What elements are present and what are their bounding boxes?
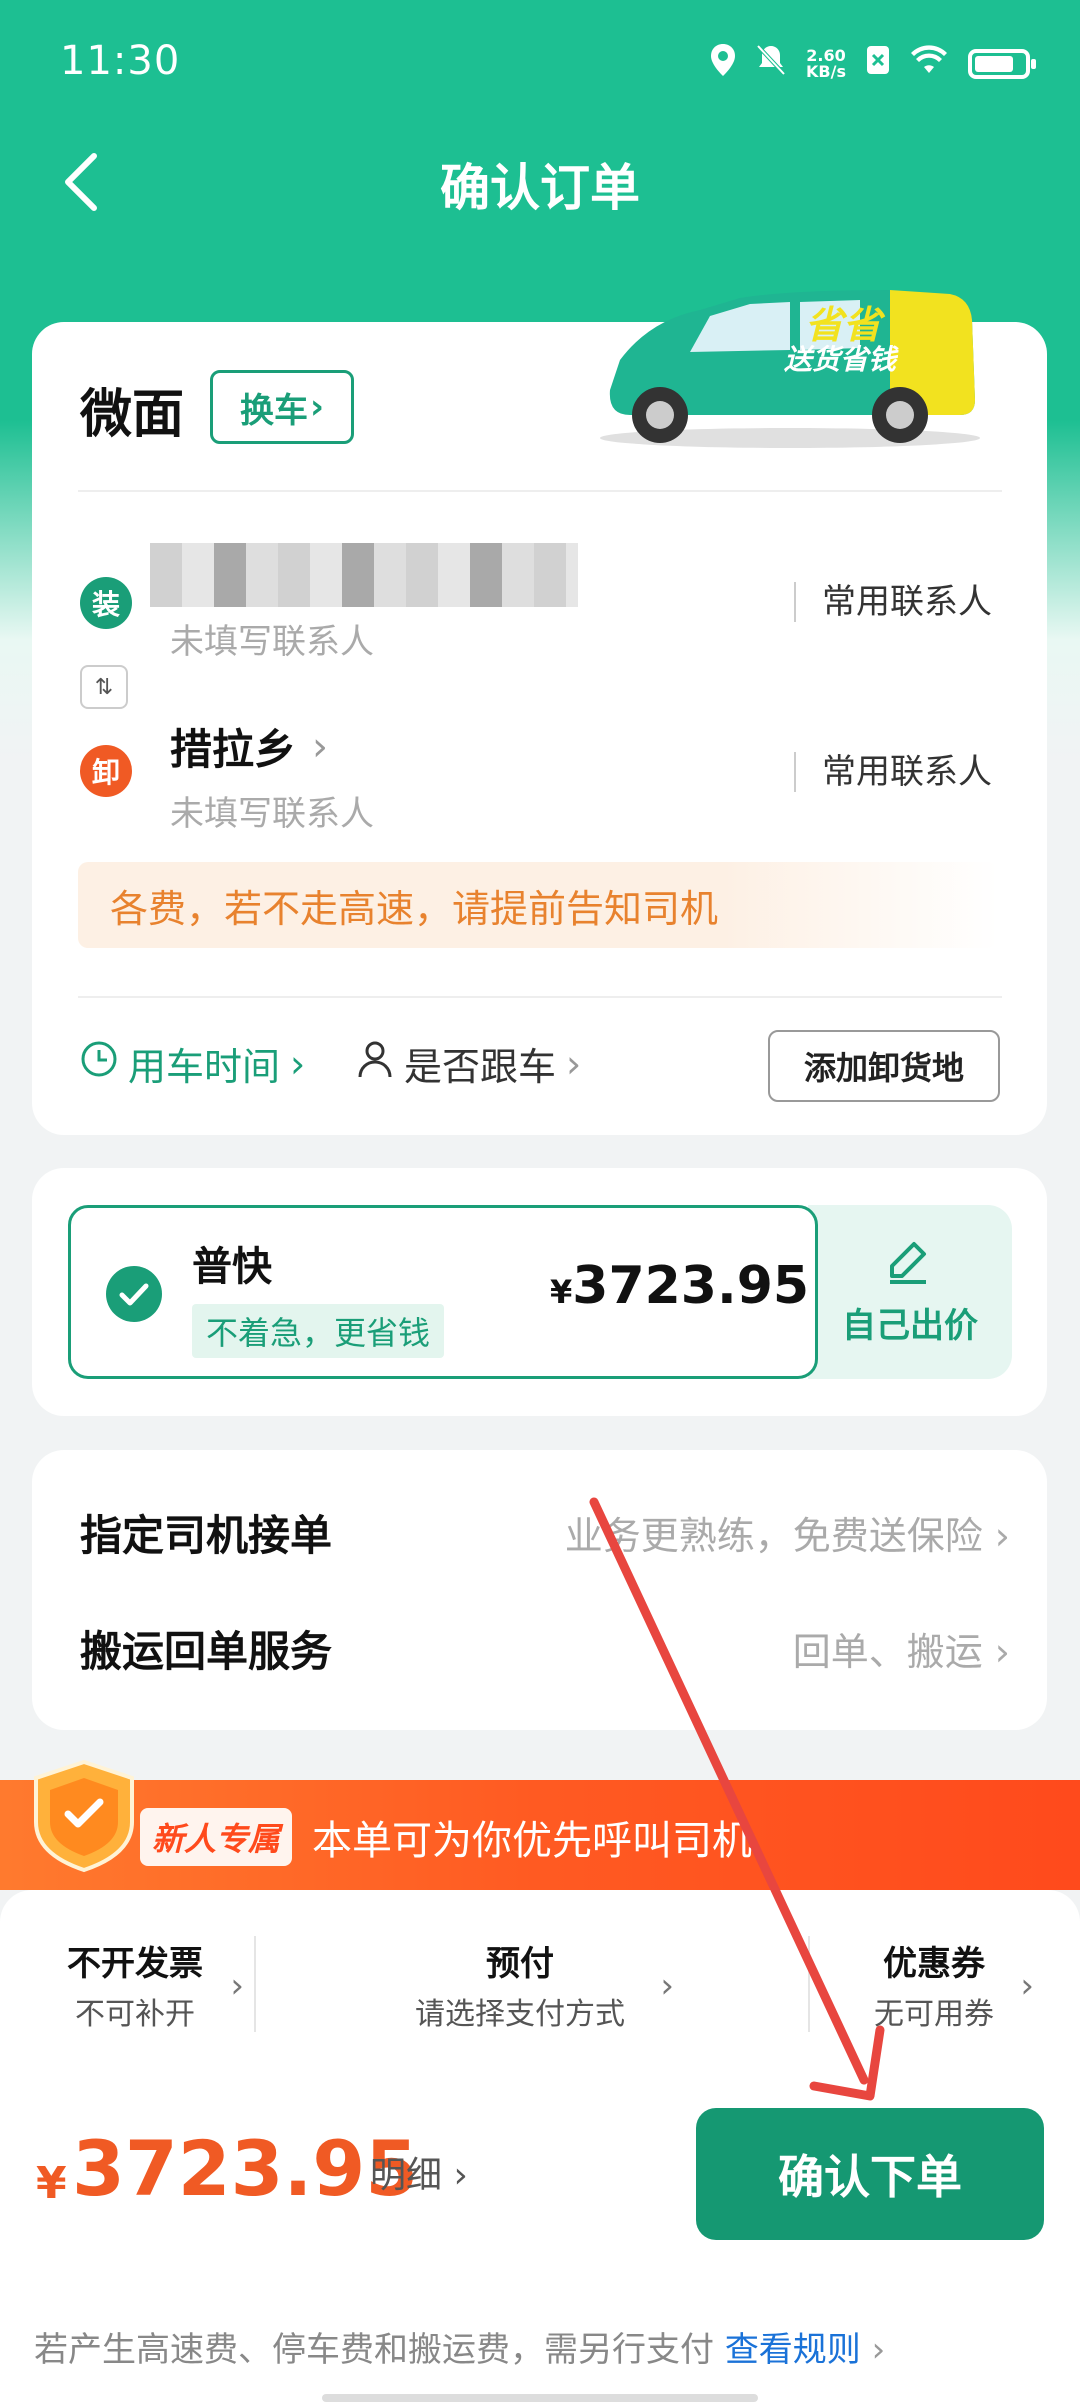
fast-option-tag: 不着急，更省钱 xyxy=(192,1304,445,1358)
receipt-service-value: 回单、搬运 › xyxy=(792,1630,1010,1674)
unload-address-row[interactable]: 措拉乡 › xyxy=(170,716,328,777)
status-time: 11:30 xyxy=(60,38,181,84)
total-currency: ¥ xyxy=(36,2158,67,2209)
chevron-right-icon: › xyxy=(871,2330,886,2370)
fast-option-name: 普快 xyxy=(192,1244,272,1290)
divider xyxy=(78,996,1002,998)
load-address-blurred[interactable] xyxy=(150,543,578,607)
load-common-contacts-link[interactable]: 常用联系人 xyxy=(794,582,992,622)
receipt-service-title: 搬运回单服务 xyxy=(80,1627,333,1676)
pencil-icon xyxy=(884,1238,932,1286)
swap-address-icon[interactable]: ⇅ xyxy=(80,665,128,709)
price-detail-link[interactable]: 明细 › xyxy=(370,2146,468,2198)
mute-icon xyxy=(756,44,786,84)
add-unload-location-button[interactable]: 添加卸货地 xyxy=(768,1030,1000,1102)
follow-car-option[interactable]: 是否跟车 › xyxy=(356,1036,581,1091)
battery-icon xyxy=(968,49,1036,79)
page-title: 确认订单 xyxy=(440,159,640,217)
check-icon xyxy=(106,1266,162,1322)
net-speed: 2.60 KB/s xyxy=(806,46,846,81)
car-promo-line2: 送货省钱 xyxy=(784,343,897,376)
use-time-option[interactable]: 用车时间 › xyxy=(80,1036,305,1091)
change-vehicle-button[interactable]: 换车 › xyxy=(210,370,354,444)
invoice-option[interactable]: 不开发票 不可补开 › xyxy=(40,1936,244,2033)
follow-car-label: 是否跟车 xyxy=(404,1045,557,1089)
status-bar: 11:30 2.60 KB/s xyxy=(0,0,1080,120)
chevron-right-icon: › xyxy=(660,1966,674,2006)
unload-contact-hint[interactable]: 未填写联系人 xyxy=(170,786,374,835)
home-indicator[interactable] xyxy=(322,2394,758,2402)
assign-driver-value: 业务更熟练，免费送保险 › xyxy=(564,1514,1010,1558)
use-time-label: 用车时间 xyxy=(128,1045,281,1089)
receipt-service-row[interactable]: 搬运回单服务 回单、搬运 › xyxy=(80,1618,1010,1679)
unload-pin-icon: 卸 xyxy=(80,745,132,797)
status-icons: 2.60 KB/s xyxy=(710,44,1036,84)
new-user-tag: 新人专属 xyxy=(140,1808,293,1866)
no-sim-icon xyxy=(866,45,890,83)
divider xyxy=(808,1936,810,2032)
chevron-right-icon: › xyxy=(1020,1966,1034,2006)
custom-bid-label: 自己出价 xyxy=(842,1306,978,1346)
total-amount: 3723.95 xyxy=(72,2124,419,2213)
chevron-right-icon: › xyxy=(309,387,324,427)
chevron-right-icon: › xyxy=(312,723,329,770)
wifi-icon xyxy=(910,45,948,83)
person-icon xyxy=(356,1039,394,1088)
chevron-right-icon: › xyxy=(994,1630,1010,1674)
view-rules-link[interactable]: 查看规则 xyxy=(725,2330,861,2370)
extra-fees-note: 若产生高速费、停车费和搬运费，需另行支付 查看规则 › xyxy=(34,2330,886,2370)
chevron-right-icon: › xyxy=(290,1041,306,1086)
clock-icon xyxy=(80,1040,118,1087)
load-contact-hint[interactable]: 未填写联系人 xyxy=(170,614,374,663)
change-vehicle-label: 换车 xyxy=(239,390,308,431)
vehicle-type-name: 微面 xyxy=(80,385,185,445)
prepay-option[interactable]: 预付 请选择支付方式 › xyxy=(390,1936,674,2033)
vehicle-image: 省省 送货省钱 xyxy=(590,280,990,450)
unload-common-contacts-link[interactable]: 常用联系人 xyxy=(794,752,992,792)
new-user-promo-text: 本单可为你优先呼叫司机 xyxy=(312,1818,752,1864)
divider xyxy=(254,1936,256,2032)
fast-option-price: ¥3723.95 xyxy=(550,1256,810,1316)
highway-notice-text: 各费，若不走高速，请提前告知司机 xyxy=(110,886,719,931)
chevron-right-icon: › xyxy=(453,2155,468,2196)
crown-badge-icon xyxy=(14,1756,154,1876)
divider xyxy=(78,490,1002,492)
coupon-option[interactable]: 优惠券 无可用券 › xyxy=(854,1936,1034,2033)
load-pin-icon: 装 xyxy=(80,577,132,629)
highway-notice-bar: 各费，若不走高速，请提前告知司机 xyxy=(78,862,998,948)
chevron-right-icon: › xyxy=(566,1041,582,1086)
chevron-right-icon: › xyxy=(994,1514,1010,1558)
chevron-right-icon: › xyxy=(230,1966,244,2006)
assign-driver-row[interactable]: 指定司机接单 业务更熟练，免费送保险 › xyxy=(80,1502,1010,1563)
confirm-order-button[interactable]: 确认下单 xyxy=(696,2108,1044,2240)
location-icon xyxy=(710,44,736,84)
custom-bid-button[interactable] xyxy=(808,1205,1012,1379)
assign-driver-title: 指定司机接单 xyxy=(80,1511,333,1560)
service-card xyxy=(32,1450,1047,1730)
unload-address: 措拉乡 xyxy=(170,725,297,774)
